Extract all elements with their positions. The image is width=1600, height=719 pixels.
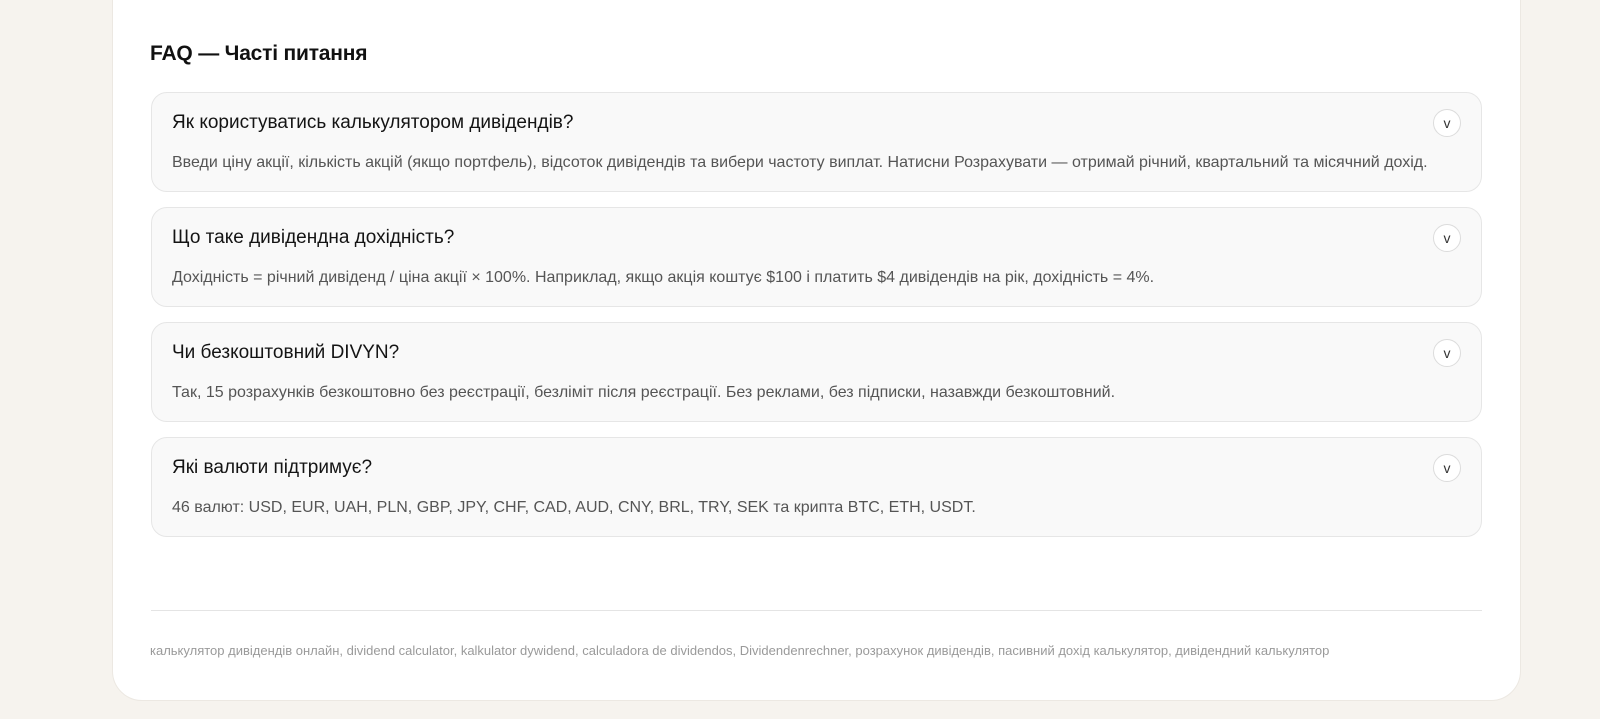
seo-keywords: калькулятор дивідендів онлайн, dividend … [150, 643, 1330, 658]
faq-question[interactable]: Як користуватись калькулятором дивіденді… [172, 110, 1461, 136]
faq-answer: Введи ціну акції, кількість акцій (якщо … [172, 154, 1428, 171]
faq-item[interactable]: Які валюти підтримує? v 46 валют: USD, E… [151, 437, 1482, 537]
divider [151, 610, 1482, 611]
chevron-down-icon[interactable]: v [1433, 454, 1461, 482]
faq-answer: Так, 15 розрахунків безкоштовно без реєс… [172, 384, 1116, 401]
faq-question[interactable]: Чи безкоштовний DIVYN? [172, 340, 1461, 366]
faq-list: Як користуватись калькулятором дивіденді… [151, 92, 1482, 552]
chevron-down-icon[interactable]: v [1433, 109, 1461, 137]
faq-answer: Дохідність = річний дивіденд / ціна акці… [172, 269, 1155, 286]
faq-item[interactable]: Як користуватись калькулятором дивіденді… [151, 92, 1482, 192]
faq-title: FAQ — Часті питання [150, 42, 368, 65]
chevron-down-icon[interactable]: v [1433, 224, 1461, 252]
faq-item[interactable]: Чи безкоштовний DIVYN? v Так, 15 розраху… [151, 322, 1482, 422]
chevron-down-icon[interactable]: v [1433, 339, 1461, 367]
faq-question[interactable]: Які валюти підтримує? [172, 455, 1461, 481]
faq-item[interactable]: Що таке дивідендна дохідність? v Дохідні… [151, 207, 1482, 307]
faq-question[interactable]: Що таке дивідендна дохідність? [172, 225, 1461, 251]
faq-answer: 46 валют: USD, EUR, UAH, PLN, GBP, JPY, … [172, 499, 976, 516]
